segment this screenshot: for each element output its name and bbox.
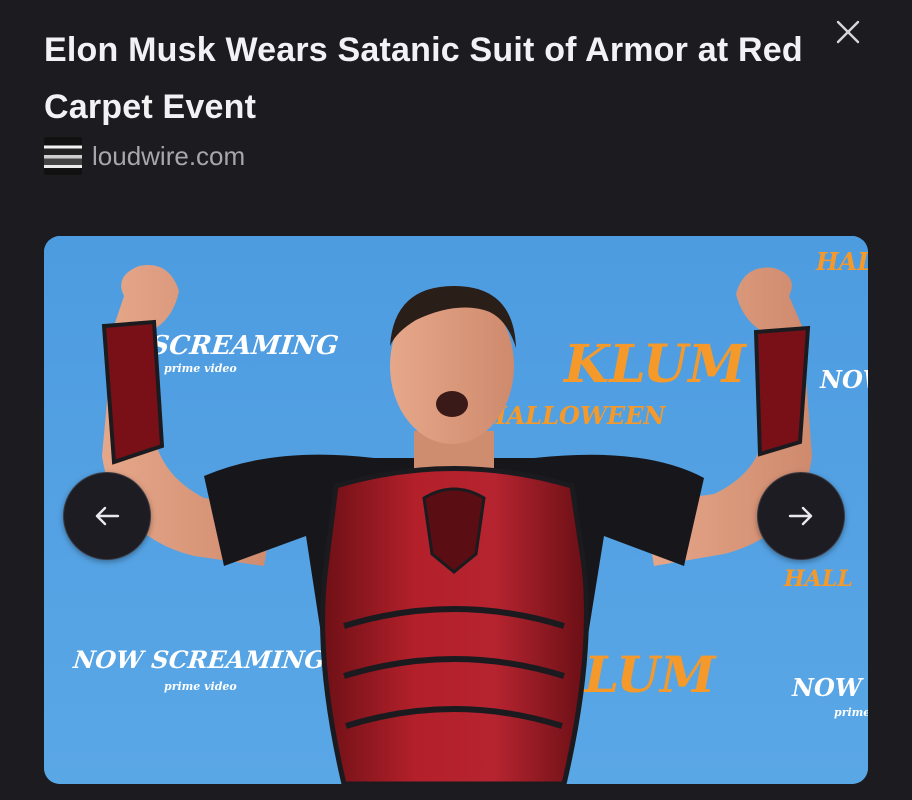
article-title[interactable]: Elon Musk Wears Satanic Suit of Armor at… — [44, 22, 824, 136]
backdrop-text: LUM — [582, 645, 717, 704]
backdrop-text: HALL — [783, 566, 853, 592]
source-domain: loudwire.com — [92, 140, 246, 171]
article-photo: SCREAMING prime video KLUM HALLOWEEN NOW… — [44, 236, 868, 784]
arrow-left-icon — [95, 506, 120, 526]
backdrop-text: HALLOWEEN — [483, 401, 666, 430]
backdrop-text: prime video — [164, 362, 237, 375]
site-favicon — [44, 137, 82, 175]
backdrop-text: prime vi — [834, 706, 868, 719]
next-image-button[interactable] — [757, 472, 845, 560]
backdrop-text: SCREAMING — [149, 331, 340, 361]
arrow-right-icon — [788, 506, 813, 526]
backdrop-text: NOW SCREAMING — [71, 645, 327, 674]
source-link[interactable]: loudwire.com — [44, 136, 245, 176]
close-icon — [836, 20, 860, 44]
prev-image-button[interactable] — [63, 472, 151, 560]
backdrop-text: KLUM — [562, 334, 747, 395]
backdrop-text: NOW S — [819, 365, 868, 394]
close-button[interactable] — [826, 10, 870, 54]
backdrop-text: HAL — [815, 247, 868, 276]
backdrop-text: prime video — [164, 680, 237, 693]
backdrop-text: NOW SCR — [791, 673, 868, 702]
image-gallery[interactable]: SCREAMING prime video KLUM HALLOWEEN NOW… — [44, 236, 868, 784]
